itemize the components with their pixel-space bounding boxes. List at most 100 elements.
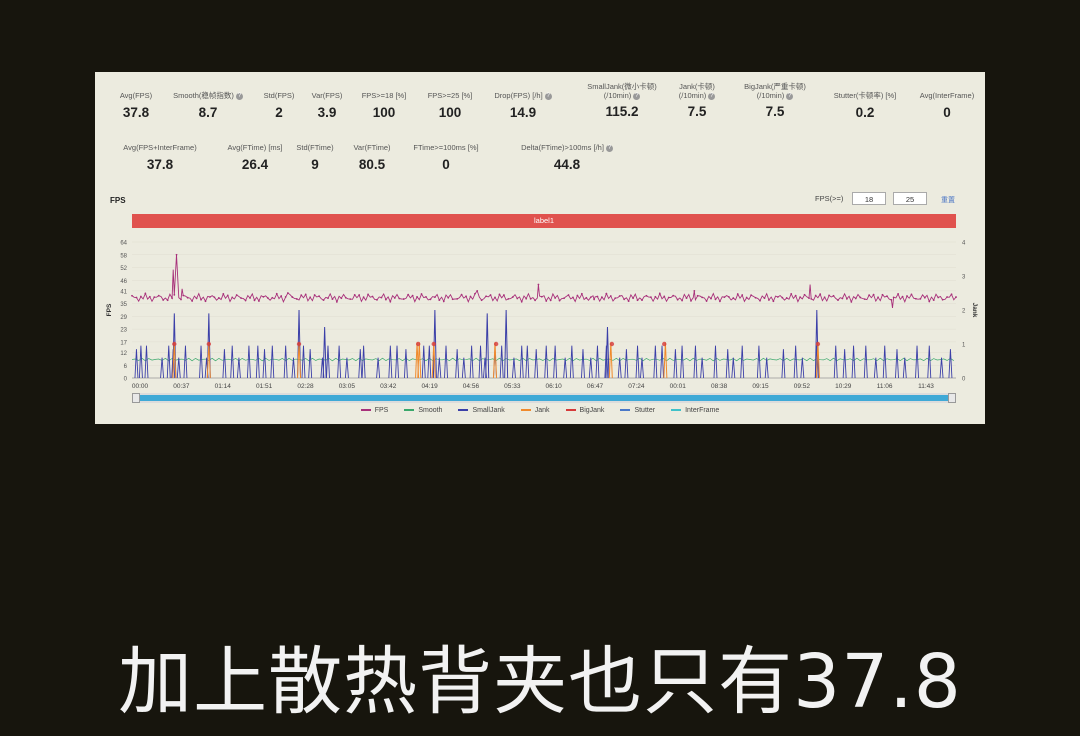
fps-point (525, 297, 528, 300)
fps-point (340, 297, 343, 300)
label-bar[interactable]: label1 (132, 214, 956, 228)
help-icon[interactable]: ? (605, 144, 613, 152)
fps-point (810, 297, 813, 300)
fps-point (275, 292, 278, 295)
timeline-range[interactable] (140, 395, 948, 401)
fps-point (618, 295, 621, 297)
fps-point (331, 298, 334, 301)
help-icon[interactable]: ? (544, 92, 552, 100)
fps-point (231, 296, 234, 299)
fps-point (480, 299, 483, 302)
fps-point (701, 296, 704, 299)
fps-point (186, 296, 189, 299)
fps-point (636, 299, 639, 302)
legend-item-bigjank[interactable]: BigJank (565, 407, 604, 414)
fps-point (442, 300, 445, 303)
fps-point (240, 297, 243, 299)
legend-swatch (404, 409, 415, 412)
fps-point (309, 296, 312, 299)
fps-point (614, 297, 617, 299)
bigjank-mark (415, 341, 421, 347)
fps-point (696, 294, 699, 297)
y-tick-label: 12 (120, 351, 127, 357)
legend-swatch (520, 409, 531, 412)
fps-point (549, 299, 552, 302)
fps-point (919, 297, 922, 300)
fps-point (658, 292, 661, 295)
fps-point (209, 296, 211, 298)
x-tick-label: 01:51 (256, 383, 273, 390)
stat-label: Delta(FTime)>100ms [/h]? (521, 143, 613, 152)
fps-point (754, 296, 757, 299)
legend-item-smalljank[interactable]: SmallJank (458, 407, 505, 414)
fps-point (790, 292, 793, 295)
fps-point (474, 292, 476, 295)
fps-point (585, 296, 588, 299)
y-tick-label: 58 (120, 253, 127, 259)
fps-point (411, 294, 414, 297)
fps-point (623, 298, 626, 301)
fps-point (376, 298, 378, 301)
x-tick-label: 01:14 (215, 383, 232, 390)
x-tick-label: 09:52 (794, 383, 811, 390)
fps-point (567, 294, 570, 296)
fps-point (596, 295, 599, 298)
fps-threshold-input-1[interactable]: 18 (852, 192, 886, 205)
fps-point (736, 293, 739, 295)
stat-value: 44.8 (553, 157, 581, 172)
fps-point (654, 295, 657, 298)
bigjank-mark (493, 341, 499, 347)
fps-threshold-input-2[interactable]: 25 (893, 192, 927, 205)
help-icon[interactable]: ? (633, 92, 641, 100)
fps-point (768, 299, 770, 301)
fps-point (772, 300, 775, 303)
legend-swatch (620, 409, 631, 412)
fps-point (447, 296, 450, 299)
legend-item-fps[interactable]: FPS (360, 407, 388, 414)
fps-point (850, 300, 853, 303)
legend-swatch (671, 409, 682, 412)
stat-r2-0: Avg(FPS+InterFrame) 37.8 (112, 143, 208, 172)
help-icon[interactable]: ? (786, 92, 794, 100)
timeline-handle-right[interactable] (948, 393, 956, 403)
bigjank-mark (206, 341, 212, 347)
x-tick-label: 11:43 (918, 383, 934, 390)
reset-button[interactable]: 重置 (941, 195, 955, 205)
fps-point (162, 299, 165, 301)
legend-item-interframe[interactable]: InterFrame (671, 407, 719, 414)
legend-item-smooth[interactable]: Smooth (404, 407, 442, 414)
fps-point (799, 296, 802, 299)
fps-point (516, 297, 519, 300)
timeline-scrollbar[interactable] (132, 393, 956, 403)
fps-point (420, 293, 423, 295)
timeline-handle-left[interactable] (132, 393, 140, 403)
fps-point (398, 297, 401, 300)
fps-point (217, 297, 220, 299)
fps-point (750, 294, 753, 297)
y-tick-label: 23 (120, 328, 127, 334)
fps-point (923, 296, 926, 299)
fps-point (166, 299, 169, 302)
stat-label: BigJank(严重卡顿) (/10min)? (744, 82, 806, 100)
fps-point (367, 293, 369, 296)
x-tick-label: 03:05 (339, 383, 356, 390)
fps-point (460, 293, 463, 296)
fps-point (593, 298, 596, 301)
fps-point (605, 292, 608, 295)
y-tick-label: 17 (120, 340, 127, 346)
fps-point (841, 297, 844, 300)
fps-point (384, 298, 387, 301)
fps-point (955, 296, 957, 298)
legend-item-stutter[interactable]: Stutter (620, 407, 655, 414)
legend-item-jank[interactable]: Jank (520, 407, 550, 414)
fps-point (200, 298, 202, 301)
fps-point (438, 299, 441, 302)
fps-point (494, 296, 496, 299)
help-icon[interactable]: ? (708, 92, 716, 100)
fps-point (204, 300, 207, 303)
y-tick-label: 29 (120, 315, 127, 321)
fps-threshold-label: FPS(>=) (815, 194, 844, 203)
fps-point (226, 294, 229, 297)
fps-point (140, 295, 142, 298)
fps-point (344, 296, 347, 299)
